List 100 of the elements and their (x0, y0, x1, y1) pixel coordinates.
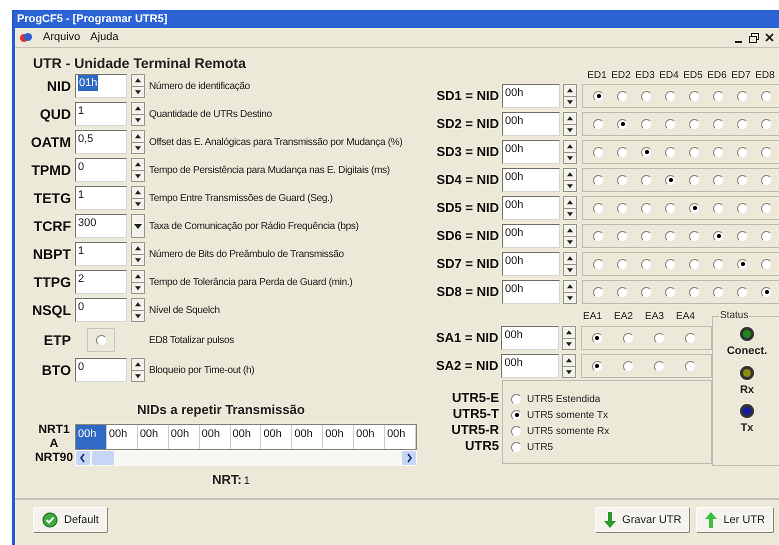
radio-button[interactable] (713, 258, 724, 270)
grid-cell[interactable]: 00h (323, 425, 354, 449)
radio-button[interactable] (689, 202, 700, 214)
radio-button[interactable] (641, 146, 652, 158)
write-button[interactable]: Gravar UTR (595, 507, 690, 533)
radio-button[interactable] (593, 90, 604, 102)
spinner-button[interactable] (563, 224, 577, 248)
radio-button[interactable] (665, 118, 676, 130)
radio-button[interactable] (511, 442, 522, 452)
number-field[interactable]: 0,5 (75, 130, 127, 154)
radio-button[interactable] (689, 258, 700, 270)
radio-button[interactable] (761, 90, 772, 102)
radio-button[interactable] (641, 202, 652, 214)
radio-button[interactable] (665, 230, 676, 242)
radio-button[interactable] (737, 90, 748, 102)
mode-option[interactable]: UTR5 Estendida (527, 392, 600, 406)
radio-button[interactable] (617, 286, 628, 298)
scroll-right-icon[interactable] (402, 451, 416, 465)
radio-button[interactable] (622, 332, 634, 344)
radio-button[interactable] (761, 146, 772, 158)
number-field[interactable]: 00h (502, 280, 560, 304)
radio-button[interactable] (665, 90, 676, 102)
spinner-button[interactable] (131, 74, 145, 98)
spinner-button[interactable] (131, 102, 145, 126)
number-field[interactable]: 00h (502, 112, 560, 136)
radio-button[interactable] (617, 146, 628, 158)
radio-button[interactable] (96, 334, 106, 346)
radio-button[interactable] (713, 230, 724, 242)
radio-button[interactable] (713, 202, 724, 214)
radio-button[interactable] (617, 230, 628, 242)
radio-button[interactable] (511, 410, 522, 420)
radio-button[interactable] (641, 174, 652, 186)
scroll-thumb[interactable] (92, 451, 114, 465)
radio-button[interactable] (511, 426, 522, 436)
radio-button[interactable] (737, 258, 748, 270)
number-field[interactable]: 01h (75, 74, 127, 98)
radio-button[interactable] (689, 118, 700, 130)
radio-button[interactable] (761, 174, 772, 186)
radio-button[interactable] (737, 118, 748, 130)
radio-button[interactable] (617, 90, 628, 102)
number-field[interactable]: 00h (502, 252, 560, 276)
grid-cell[interactable]: 00h (230, 425, 262, 449)
grid-cell[interactable]: 00h (106, 425, 138, 449)
radio-button[interactable] (713, 118, 724, 130)
number-field[interactable]: 00h (502, 168, 560, 192)
spinner-button[interactable] (131, 242, 145, 266)
radio-button[interactable] (593, 286, 604, 298)
mode-option[interactable]: UTR5 somente Tx (527, 408, 608, 422)
number-field[interactable]: 00h (502, 196, 560, 220)
spinner-button[interactable] (563, 252, 577, 276)
radio-button[interactable] (689, 146, 700, 158)
radio-button[interactable] (689, 174, 700, 186)
radio-button[interactable] (713, 174, 724, 186)
spinner-button[interactable] (131, 358, 145, 382)
number-field[interactable]: 00h (502, 84, 560, 108)
grid-cell[interactable]: 00h (261, 425, 292, 449)
spinner-button[interactable] (563, 84, 577, 108)
spinner-button[interactable] (131, 158, 145, 182)
grid-cell[interactable]: 00h (138, 425, 169, 449)
dropdown-button[interactable] (131, 214, 145, 238)
number-field[interactable]: 00h (502, 140, 560, 164)
number-field[interactable]: 00h (501, 326, 560, 350)
grid-cell[interactable]: 00h (354, 425, 386, 449)
number-field[interactable]: 00h (501, 354, 560, 378)
spinner-button[interactable] (562, 354, 576, 378)
radio-button[interactable] (593, 174, 604, 186)
number-field[interactable]: 1 (75, 102, 127, 126)
radio-button[interactable] (593, 146, 604, 158)
grid-cell[interactable]: 00h (200, 425, 231, 449)
radio-button[interactable] (665, 202, 676, 214)
default-button[interactable]: Default (33, 507, 108, 533)
radio-button[interactable] (737, 230, 748, 242)
radio-button[interactable] (641, 90, 652, 102)
spinner-button[interactable] (131, 130, 145, 154)
spinner-button[interactable] (563, 112, 577, 136)
spinner-button[interactable] (131, 298, 145, 322)
mode-option[interactable]: UTR5 (527, 440, 554, 454)
radio-button[interactable] (761, 230, 772, 242)
radio-button[interactable] (761, 286, 772, 298)
scroll-left-icon[interactable] (76, 451, 90, 465)
radio-button[interactable] (665, 146, 676, 158)
radio-button[interactable] (713, 146, 724, 158)
radio-button[interactable] (737, 202, 748, 214)
radio-button[interactable] (761, 202, 772, 214)
menu-item[interactable]: Arquivo (43, 29, 80, 46)
radio-button[interactable] (684, 360, 696, 372)
radio-button[interactable] (593, 202, 604, 214)
grid-cell[interactable]: 00h (292, 425, 324, 449)
radio-button[interactable] (665, 174, 676, 186)
radio-button[interactable] (593, 258, 604, 270)
spinner-button[interactable] (562, 326, 576, 350)
radio-button[interactable] (665, 258, 676, 270)
grid-cell[interactable]: 00h (76, 425, 107, 449)
radio-button[interactable] (737, 146, 748, 158)
horizontal-scrollbar[interactable] (75, 450, 417, 466)
grid-cell[interactable]: 00h (385, 425, 416, 449)
menu-item[interactable]: Ajuda (90, 29, 118, 46)
radio-button[interactable] (592, 360, 603, 372)
radio-button[interactable] (737, 174, 748, 186)
radio-button[interactable] (641, 118, 652, 130)
